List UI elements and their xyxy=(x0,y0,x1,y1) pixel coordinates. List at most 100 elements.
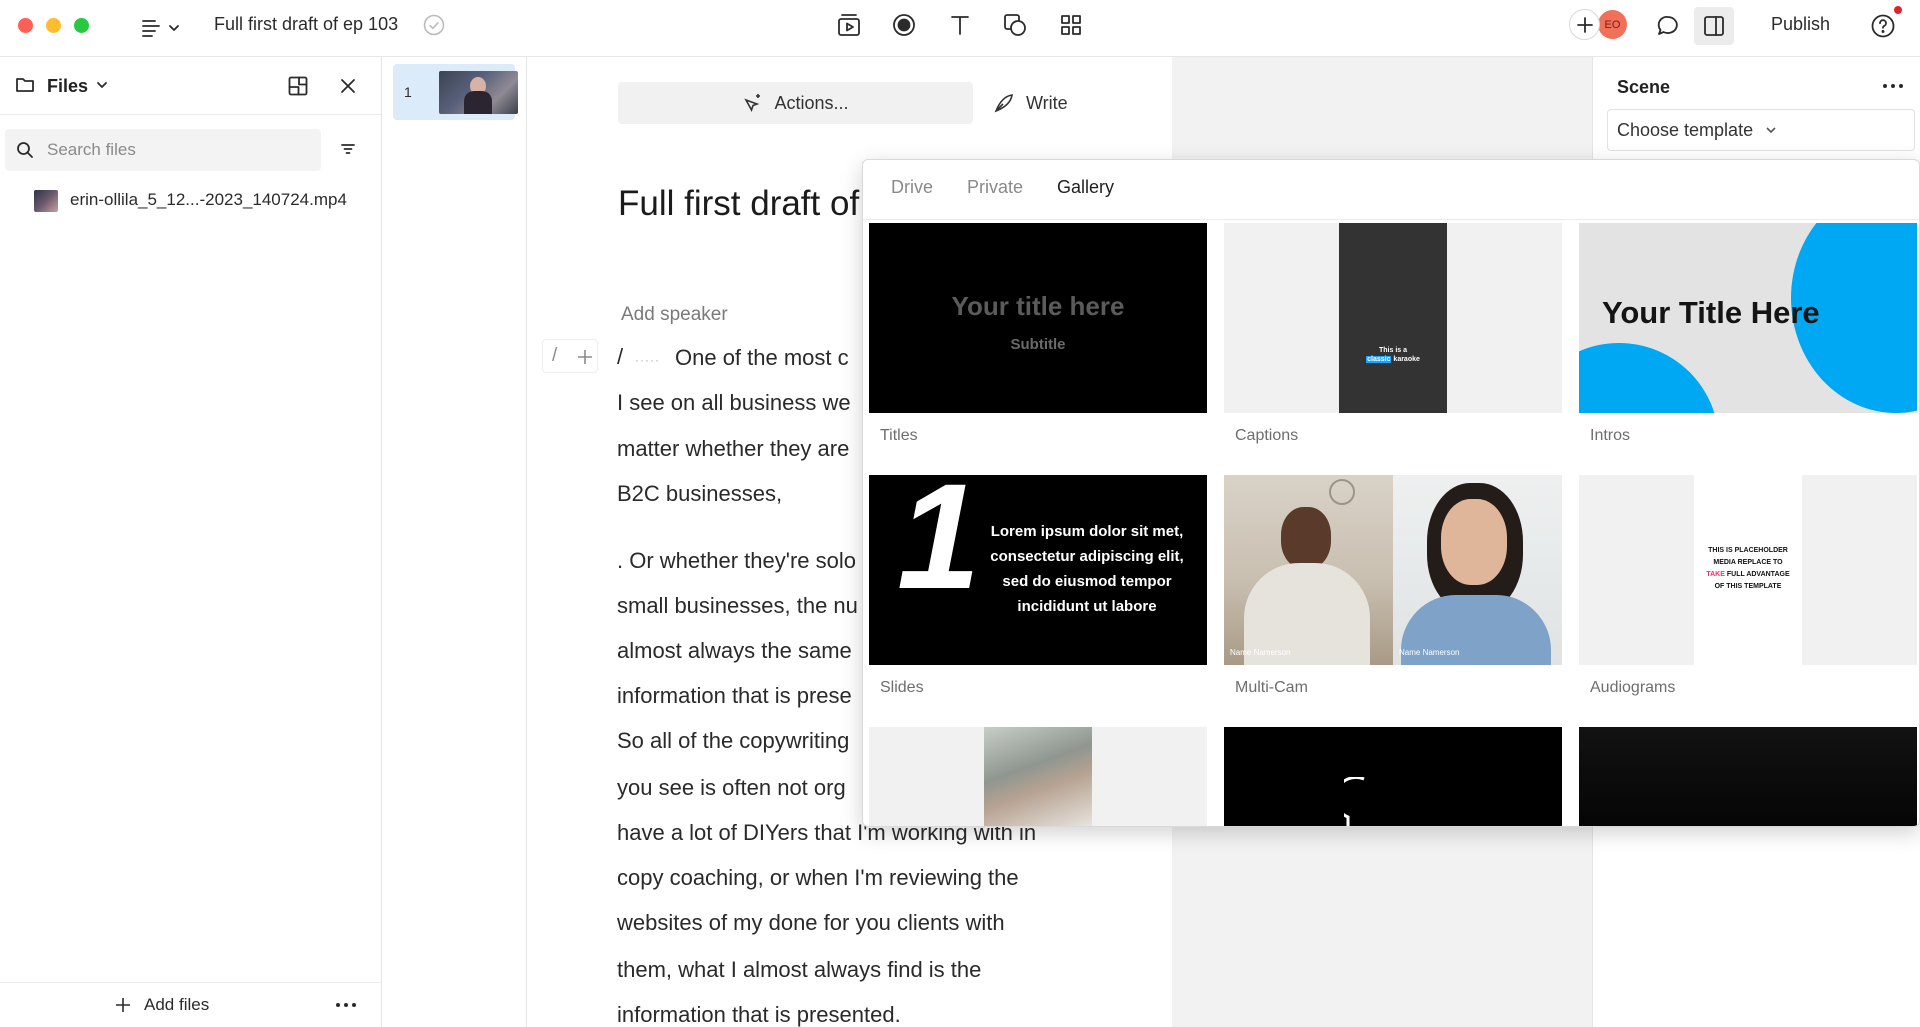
add-speaker-button[interactable]: Add speaker xyxy=(621,304,728,326)
multicam-right-frame: Name Namerson xyxy=(1393,475,1562,665)
scene-play-icon xyxy=(838,14,860,36)
transcript-line[interactable]: information that is prese xyxy=(617,683,852,709)
template-preview-image xyxy=(984,727,1092,826)
transcript-line[interactable]: I see on all business we xyxy=(617,390,851,416)
tab-private[interactable]: Private xyxy=(967,177,1023,198)
multicam-left-frame: Name Namerson xyxy=(1224,475,1393,665)
transcript-line[interactable]: you see is often not org xyxy=(617,775,846,801)
captions-phone-frame: This is a classic karaoke xyxy=(1339,223,1447,413)
close-window-button[interactable] xyxy=(18,18,33,33)
slash-command-icon[interactable]: / xyxy=(552,345,557,367)
file-list-item[interactable]: erin-ollila_5_12...-2023_140724.mp4 xyxy=(34,186,374,216)
template-card-row3-1[interactable] xyxy=(869,727,1207,826)
scene-more-button[interactable] xyxy=(1883,84,1903,88)
actions-button[interactable]: Actions... xyxy=(618,82,973,124)
loading-arc-icon xyxy=(1344,777,1365,826)
slides-preview-text: Lorem ipsum dolor sit met, consectetur a… xyxy=(990,523,1184,615)
shapes-tool-button[interactable] xyxy=(1000,10,1030,40)
text-icon xyxy=(951,16,969,35)
comments-button[interactable] xyxy=(1653,11,1683,41)
card-label-titles: Titles xyxy=(880,427,918,444)
menu-lines-icon xyxy=(142,20,160,37)
files-footer: Add files xyxy=(0,982,381,1027)
publish-button[interactable]: Publish xyxy=(1771,14,1830,35)
document-heading[interactable]: Full first draft of xyxy=(618,184,859,224)
divider xyxy=(863,219,1919,220)
template-card-intros[interactable]: Your Title Here xyxy=(1579,223,1917,413)
slash-marker: / xyxy=(617,344,624,369)
intros-preview-title: Your Title Here xyxy=(1602,295,1820,330)
template-card-slides[interactable]: 1 Lorem ipsum dolor sit met, consectetur… xyxy=(869,475,1207,665)
transcript-line[interactable]: information that is presented. xyxy=(617,1002,901,1027)
transcript-line[interactable]: . Or whether they're solo xyxy=(617,548,856,574)
record-button[interactable] xyxy=(889,10,919,40)
template-card-row3-2[interactable] xyxy=(1224,727,1562,826)
transcript-line[interactable]: matter whether they are xyxy=(617,436,849,462)
grid-tool-button[interactable] xyxy=(1056,10,1086,40)
card-label-slides: Slides xyxy=(880,679,924,696)
template-card-multicam[interactable]: Name Namerson Name Namerson xyxy=(1224,475,1562,665)
card-label-captions: Captions xyxy=(1235,427,1299,444)
transcript-line[interactable]: copy coaching, or when I'm reviewing the xyxy=(617,865,1019,891)
files-more-button[interactable] xyxy=(336,997,360,1013)
avatar[interactable]: EO xyxy=(1598,10,1627,39)
scene-number: 1 xyxy=(404,84,412,100)
card-label-audiograms: Audiograms xyxy=(1590,679,1676,696)
captions-highlight: classic xyxy=(1366,356,1392,363)
plus-icon[interactable] xyxy=(577,349,593,365)
help-button[interactable] xyxy=(1868,11,1898,41)
template-gallery-popover: Drive Private Gallery Your title here Su… xyxy=(862,159,1920,827)
filter-button[interactable] xyxy=(338,139,358,159)
add-files-label: Add files xyxy=(144,995,210,1014)
search-icon xyxy=(15,140,35,160)
transcript-line[interactable]: B2C businesses, xyxy=(617,481,782,507)
open-in-window-button[interactable] xyxy=(285,73,311,99)
card-label-multicam: Multi-Cam xyxy=(1235,679,1308,696)
search-box[interactable] xyxy=(5,129,321,171)
transcript-line[interactable]: them, what I almost always find is the xyxy=(617,957,981,983)
files-title[interactable]: Files xyxy=(47,76,88,97)
maximize-window-button[interactable] xyxy=(74,18,89,33)
plus-icon xyxy=(116,998,130,1012)
close-files-button[interactable] xyxy=(335,73,361,99)
filter-icon xyxy=(341,144,355,154)
text-tool-button[interactable] xyxy=(945,10,975,40)
captions-preview-line2: classic karaoke xyxy=(1339,356,1447,363)
file-name: erin-ollila_5_12...-2023_140724.mp4 xyxy=(70,190,347,209)
transcript-line[interactable]: almost always the same xyxy=(617,638,852,664)
card-label-intros: Intros xyxy=(1590,427,1631,444)
captions-preview-line: This is a xyxy=(1378,347,1407,354)
invite-button[interactable] xyxy=(1569,9,1600,40)
add-files-button[interactable]: Add files xyxy=(114,995,209,1015)
transcript-line[interactable]: websites of my done for you clients with xyxy=(617,910,1005,936)
files-panel: Files erin-ollila_5_12...-2023_140724.mp… xyxy=(0,57,382,1027)
search-input[interactable] xyxy=(47,129,307,171)
audiogram-frame: THIS IS PLACEHOLDER MEDIA REPLACE TO TAK… xyxy=(1694,475,1802,665)
template-card-captions[interactable]: This is a classic karaoke xyxy=(1224,223,1562,413)
toggle-sidebar-button[interactable] xyxy=(1694,7,1734,45)
write-label: Write xyxy=(1026,92,1068,113)
saved-check-icon xyxy=(422,13,446,37)
quill-icon xyxy=(994,94,1013,113)
template-card-titles[interactable]: Your title here Subtitle xyxy=(869,223,1207,413)
scene-item[interactable]: 1 xyxy=(393,64,518,120)
multicam-name-right: Name Namerson xyxy=(1399,648,1460,657)
minimize-window-button[interactable] xyxy=(46,18,61,33)
document-title[interactable]: Full first draft of ep 103 xyxy=(214,14,398,35)
write-button[interactable]: Write xyxy=(992,82,1068,124)
template-card-audiograms[interactable]: THIS IS PLACEHOLDER MEDIA REPLACE TO TAK… xyxy=(1579,475,1917,665)
choose-template-select[interactable]: Choose template xyxy=(1607,109,1915,151)
tab-drive[interactable]: Drive xyxy=(891,177,933,198)
close-icon xyxy=(341,79,355,93)
add-scene-button[interactable] xyxy=(834,10,864,40)
audiogram-preview-text: THIS IS PLACEHOLDER MEDIA REPLACE TO TAK… xyxy=(1706,547,1790,590)
transcript-line[interactable]: One of the most c xyxy=(675,345,849,371)
document-menu-button[interactable] xyxy=(136,12,184,44)
multicam-name-left: Name Namerson xyxy=(1230,648,1291,657)
template-card-row3-3[interactable] xyxy=(1579,727,1917,826)
sidebar-panel-icon xyxy=(1704,16,1724,36)
transcript-line[interactable]: So all of the copywriting xyxy=(617,728,849,754)
transcript-line[interactable]: small businesses, the nu xyxy=(617,593,858,619)
files-dropdown-chevron-icon[interactable] xyxy=(94,77,110,93)
tab-gallery[interactable]: Gallery xyxy=(1057,177,1114,198)
